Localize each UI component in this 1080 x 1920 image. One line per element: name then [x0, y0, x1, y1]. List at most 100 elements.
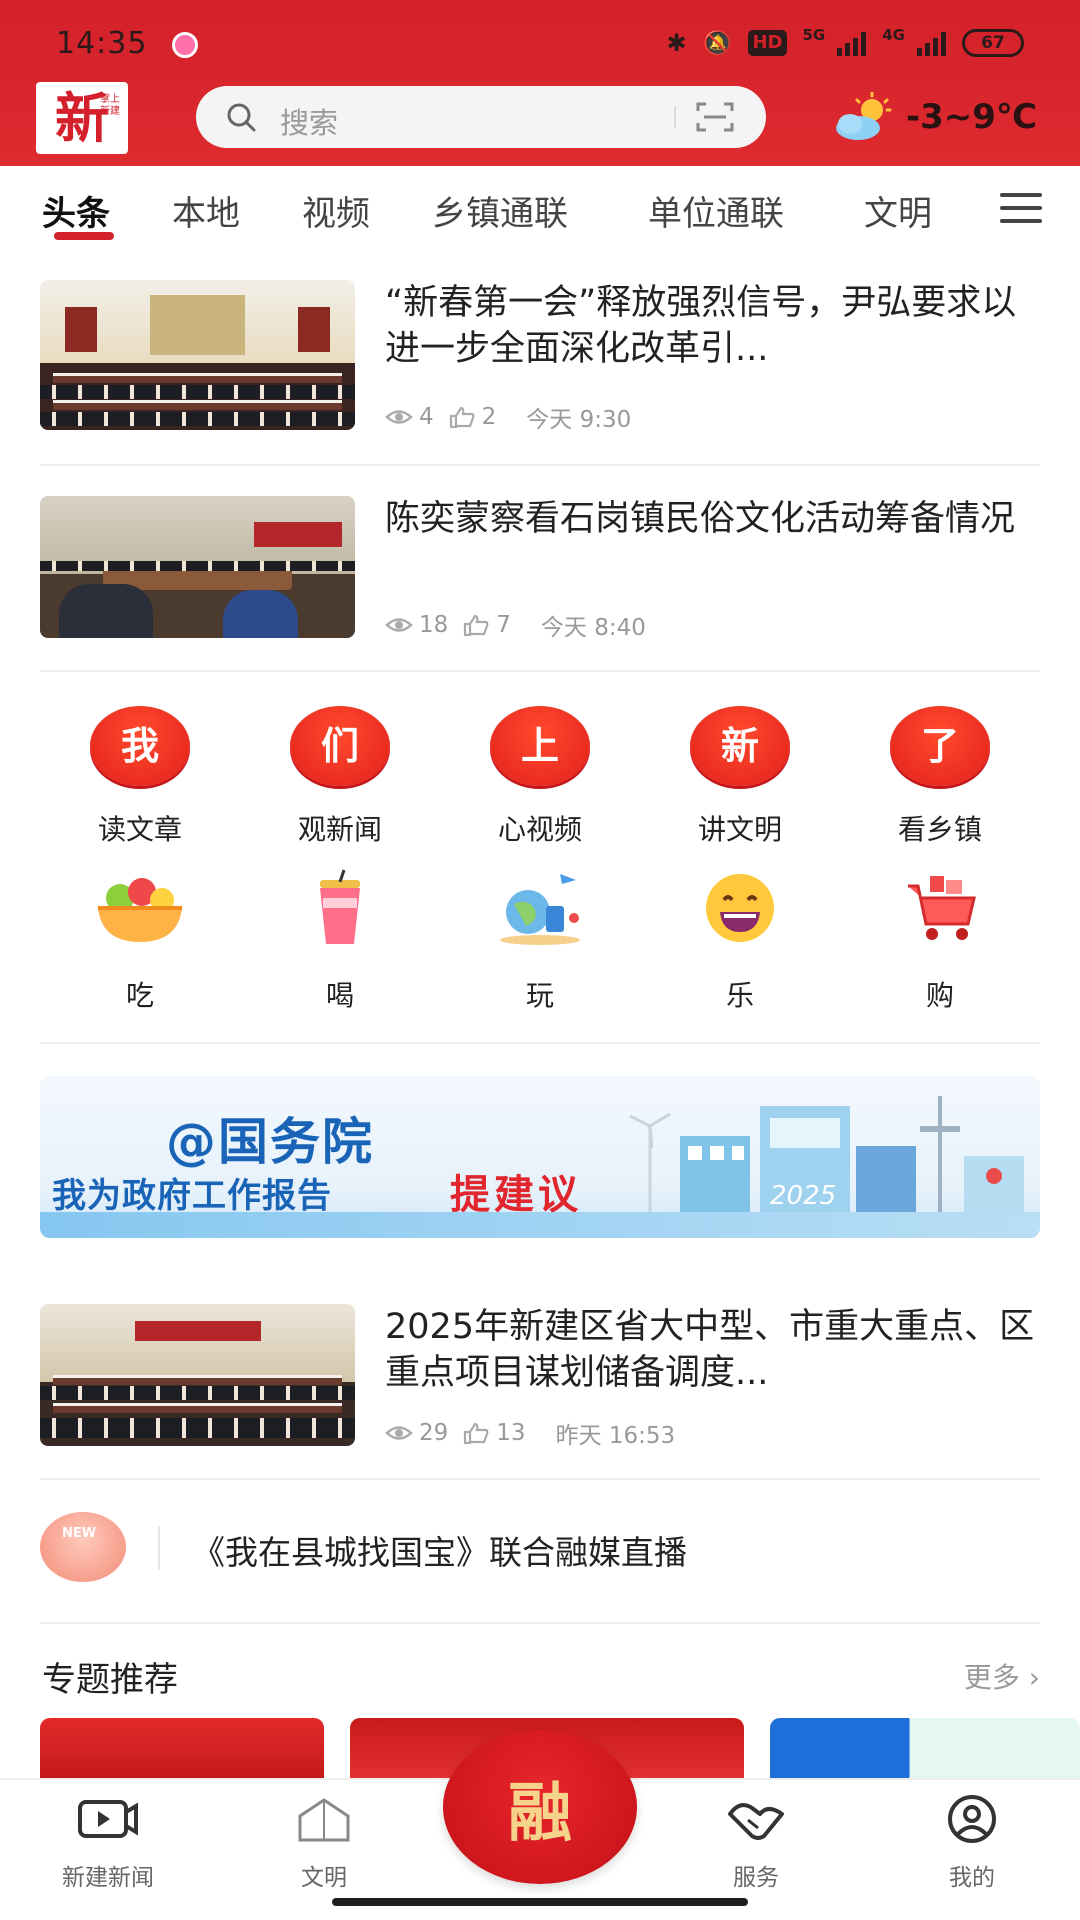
notification-app-icon: [172, 32, 198, 58]
news-meta: 18 7 今天 8:40: [385, 608, 646, 642]
news-item[interactable]: “新春第一会”释放强烈信号，尹弘要求以进一步全面深化改革引... 4 2 今天 …: [40, 280, 1040, 434]
tab-video[interactable]: 视频: [302, 186, 370, 235]
shortcut-read-articles[interactable]: 我 读文章: [40, 706, 240, 848]
tab-township[interactable]: 乡镇通联: [432, 186, 568, 235]
network-4g-label: 4G: [882, 26, 905, 44]
publish-time: 今天 9:30: [526, 407, 632, 433]
shortcut-heart-video[interactable]: 上 心视频: [440, 706, 640, 848]
news-title: 陈奕蒙察看石岗镇民俗文化活动筹备情况: [385, 499, 1016, 539]
promo-banner[interactable]: @国务院 我为政府工作报告 提建议 2025: [40, 1076, 1040, 1238]
news-item[interactable]: 2025年新建区省大中型、市重大重点、区重点项目谋划储备调度... 29 13 …: [40, 1304, 1040, 1449]
view-count: 18: [419, 612, 449, 638]
search-icon: [227, 103, 256, 132]
nav-profile[interactable]: 我的: [902, 1794, 1042, 1892]
news-title: 2025年新建区省大中型、市重大重点、区重点项目谋划储备调度...: [385, 1307, 1035, 1393]
shortcut-play[interactable]: 玩: [440, 868, 640, 1014]
shortcut-label: 看乡镇: [897, 813, 982, 846]
home-indicator[interactable]: [332, 1898, 748, 1906]
video-play-icon: [78, 1800, 138, 1838]
status-time: 14:35: [56, 26, 148, 61]
badge-men: 们: [290, 706, 390, 786]
shortcut-label: 购: [925, 979, 954, 1012]
weather-temperature: -3~9℃: [906, 97, 1038, 137]
mute-icon: 🔕: [702, 29, 733, 57]
banner-headline: @国务院: [166, 1113, 374, 1171]
shortcut-drink[interactable]: 喝: [240, 868, 440, 1014]
logo-subtitle: 掌上新建: [100, 94, 120, 117]
nav-civilization[interactable]: 文明: [254, 1794, 394, 1892]
banner-band: [40, 1212, 1040, 1238]
nav-label: 服务: [733, 1865, 779, 1891]
shortcut-eat[interactable]: 吃: [40, 868, 240, 1014]
divider: [40, 464, 1040, 466]
thumbs-up-icon: [449, 406, 475, 428]
nav-label: 我的: [949, 1865, 995, 1891]
banner-year: 2025: [770, 1181, 836, 1211]
new-badge-icon: NEW: [40, 1512, 126, 1582]
eye-icon: [385, 1426, 413, 1440]
nav-label: 文明: [301, 1865, 347, 1891]
shortcut-watch-news[interactable]: 们 观新闻: [240, 706, 440, 848]
user-profile-icon: [948, 1795, 996, 1843]
battery-icon: 67: [962, 29, 1024, 57]
channel-tabs: 头条 本地 视频 乡镇通联 单位通联 文明: [0, 166, 1080, 254]
live-separator: [158, 1526, 160, 1570]
publish-time: 今天 8:40: [540, 615, 646, 641]
drink-cup-icon: [320, 869, 360, 944]
shortcut-label: 心视频: [497, 813, 582, 846]
tab-civilization[interactable]: 文明: [864, 186, 932, 235]
house-icon: [298, 1798, 350, 1842]
live-title: 《我在县城找国宝》联合融媒直播: [192, 1533, 687, 1572]
search-bar[interactable]: 搜索: [196, 86, 766, 148]
smile-emoji-icon: [706, 874, 774, 942]
travel-icon: [500, 874, 580, 945]
thumbs-up-icon: [464, 614, 489, 636]
status-icons: ✱ 🔕 HD 5G 4G 67: [666, 26, 1024, 58]
shortcut-shop[interactable]: 购: [840, 868, 1040, 1014]
shortcut-townships[interactable]: 了 看乡镇: [840, 706, 1040, 848]
topic-card[interactable]: [40, 1718, 324, 1778]
media-center-button[interactable]: 融: [443, 1730, 637, 1884]
badge-xin: 新: [690, 706, 790, 786]
shortcut-grid: 我 读文章 们 观新闻 上 心视频 新 讲文明 了 看乡镇 吃 喝 玩 乐 购: [40, 686, 1040, 1026]
badge-wo: 我: [90, 706, 190, 786]
scan-icon[interactable]: [696, 102, 734, 132]
tab-units[interactable]: 单位通联: [648, 186, 784, 235]
divider: [40, 1622, 1040, 1624]
shopping-cart-icon: [908, 876, 976, 940]
live-stream-item[interactable]: NEW 《我在县城找国宝》联合融媒直播: [40, 1504, 1040, 1594]
active-tab-indicator: [54, 232, 114, 240]
news-thumbnail: [40, 496, 355, 638]
shortcut-label: 读文章: [97, 813, 182, 846]
shortcut-fun[interactable]: 乐: [640, 868, 840, 1014]
like-count: 13: [496, 1420, 526, 1446]
signal-5g-icon: [837, 30, 867, 56]
menu-icon[interactable]: [1000, 193, 1042, 225]
divider: [40, 1042, 1040, 1044]
handshake-icon: [728, 1803, 784, 1840]
view-count: 29: [419, 1420, 449, 1446]
news-item[interactable]: 陈奕蒙察看石岗镇民俗文化活动筹备情况 18 7 今天 8:40: [40, 496, 1040, 641]
news-meta: 4 2 今天 9:30: [385, 400, 631, 434]
section-more-link[interactable]: 更多 ›: [964, 1656, 1040, 1696]
shortcut-label: 讲文明: [697, 813, 782, 846]
new-badge-text: NEW: [62, 1526, 97, 1541]
banner-subline: 我为政府工作报告: [52, 1176, 332, 1216]
section-title: 专题推荐: [42, 1660, 178, 1700]
status-bar: 14:35 ✱ 🔕 HD 5G 4G 67: [0, 0, 1080, 80]
shortcut-label: 玩: [525, 979, 554, 1012]
shortcut-label: 吃: [125, 979, 154, 1012]
weather-widget[interactable]: -3~9℃: [832, 92, 1037, 142]
topic-card[interactable]: [770, 1718, 1080, 1778]
tab-local[interactable]: 本地: [172, 186, 240, 235]
nav-news[interactable]: 新建新闻: [38, 1794, 178, 1892]
search-placeholder: 搜索: [280, 106, 339, 140]
thumbs-up-icon: [464, 1422, 489, 1444]
publish-time: 昨天 16:53: [555, 1423, 676, 1449]
badge-shang: 上: [490, 706, 590, 786]
shortcut-civilization[interactable]: 新 讲文明: [640, 706, 840, 848]
nav-services[interactable]: 服务: [686, 1794, 826, 1892]
app-logo[interactable]: 新 掌上新建: [36, 82, 128, 154]
tab-headlines[interactable]: 头条: [42, 186, 110, 235]
badge-le: 了: [890, 706, 990, 786]
